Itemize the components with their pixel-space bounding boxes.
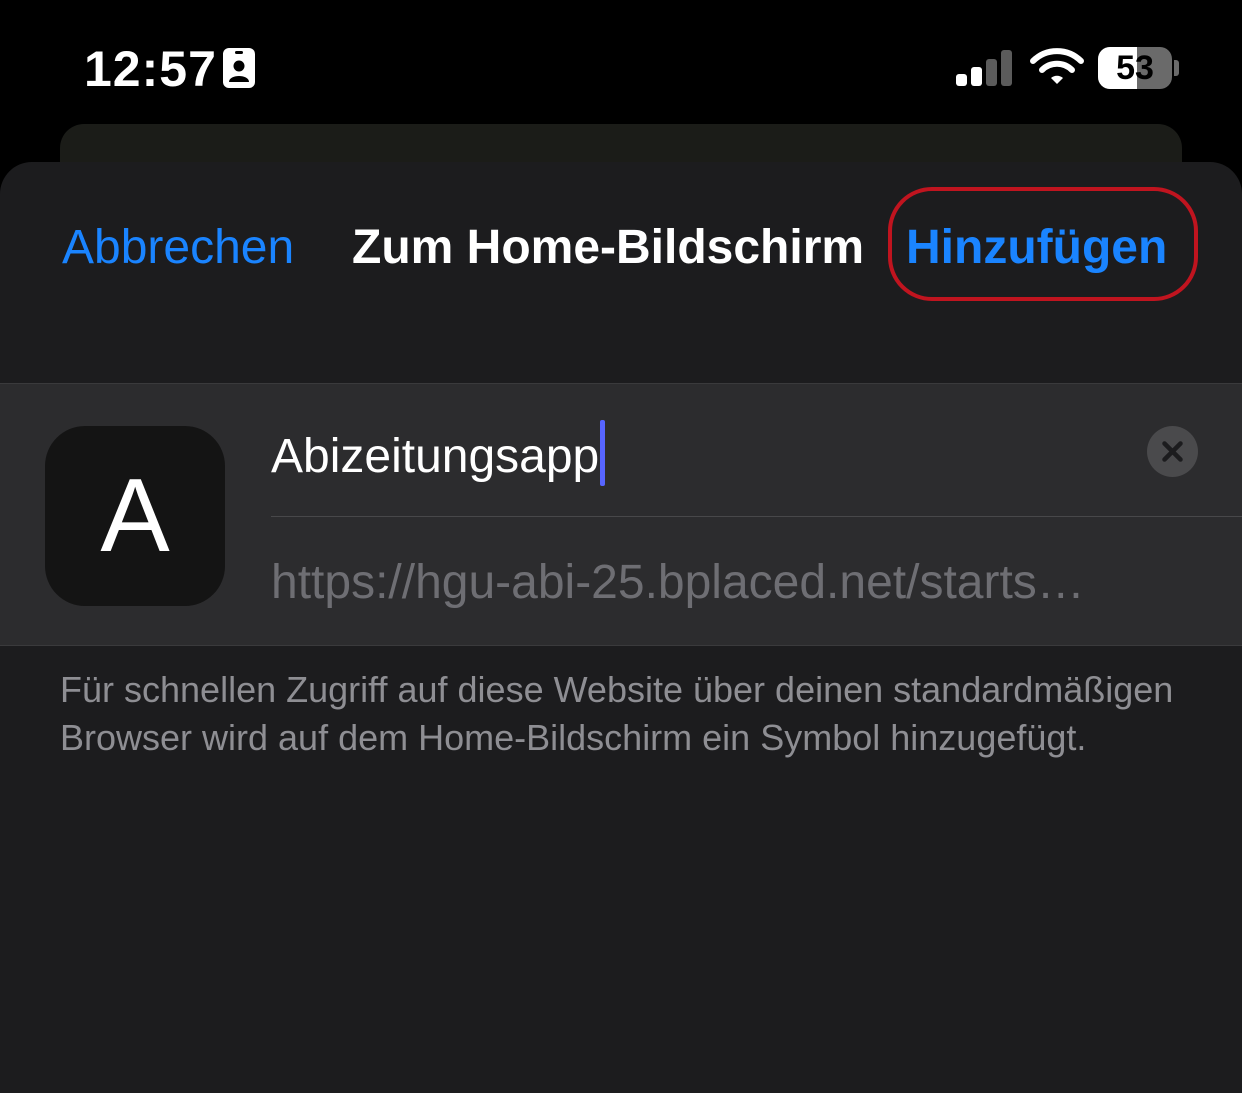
add-to-home-screen-view: 12:57 53 Abbrechen Zum Home-Bildschirm H…	[0, 0, 1242, 1093]
battery-icon: 53	[1098, 47, 1172, 89]
cancel-button[interactable]: Abbrechen	[62, 220, 294, 276]
status-time: 12:57	[84, 41, 217, 97]
sheet-title: Zum Home-Bildschirm	[352, 221, 865, 274]
name-input-value: Abizeitungsapp	[271, 430, 600, 483]
row-divider	[271, 516, 1242, 517]
add-to-home-sheet: Abbrechen Zum Home-Bildschirm Hinzufügen…	[0, 162, 1242, 1093]
app-icon-preview: A	[45, 426, 225, 606]
text-cursor	[600, 420, 606, 486]
status-bar: 12:57 53	[0, 0, 1242, 140]
contact-card-icon	[223, 48, 255, 88]
clear-button[interactable]	[1147, 426, 1198, 477]
url-field: https://hgu-abi-25.bplaced.net/starts…	[271, 556, 1085, 609]
bookmark-form-group: A Abizeitungsapp https://hgu-abi-25.bpla…	[0, 383, 1242, 646]
name-input[interactable]: Abizeitungsapp	[271, 420, 606, 486]
description-text: Für schnellen Zugriff auf diese Website …	[60, 669, 1174, 758]
battery-percent: 53	[1116, 49, 1154, 87]
wifi-icon	[1030, 48, 1084, 84]
clear-circle-icon	[1162, 441, 1183, 462]
battery-cap	[1174, 60, 1179, 76]
add-button[interactable]: Hinzufügen	[906, 220, 1167, 276]
cellular-signal-icon	[956, 50, 1012, 86]
